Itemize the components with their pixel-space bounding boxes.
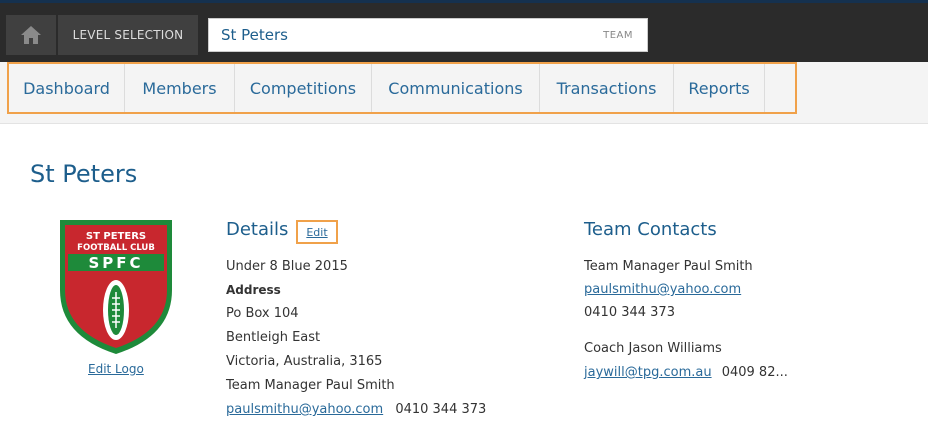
page-title: St Peters — [30, 160, 138, 188]
contact-2-name: Coach Jason Williams — [584, 341, 722, 356]
nav-members[interactable]: Members — [125, 64, 235, 112]
nav-competitions[interactable]: Competitions — [235, 64, 372, 112]
club-logo: ST PETERS FOOTBALL CLUB SPFC — [60, 220, 172, 354]
level-type-tag: TEAM — [603, 30, 633, 41]
contact-1-name: Team Manager Paul Smith — [584, 259, 753, 274]
details-email-link[interactable]: paulsmithu@yahoo.com — [226, 402, 383, 417]
level-selection-label: LEVEL SELECTION — [72, 28, 184, 42]
address-label: Address — [226, 283, 281, 297]
nav-communications[interactable]: Communications — [372, 64, 540, 112]
home-icon — [21, 26, 41, 44]
level-selection-value: St Peters — [221, 26, 289, 44]
address-line3: Victoria, Australia, 3165 — [226, 354, 383, 369]
logo-line1: ST PETERS — [86, 231, 146, 242]
details-phone: 0410 344 373 — [395, 402, 487, 417]
nav-dashboard[interactable]: Dashboard — [9, 64, 125, 112]
main-nav: Dashboard Members Competitions Communica… — [0, 62, 928, 124]
details-manager: Team Manager Paul Smith — [226, 378, 395, 393]
contact-2-phone: 0409 82... — [721, 365, 788, 380]
address-line2: Bentleigh East — [226, 330, 321, 345]
contact-1-email-link[interactable]: paulsmithu@yahoo.com — [584, 282, 741, 297]
contact-2-contact: jaywill@tpg.com.au 0409 82... — [584, 365, 788, 380]
edit-details-link[interactable]: Edit — [306, 226, 327, 239]
logo-abbr: SPFC — [88, 254, 143, 272]
contact-2-email-link[interactable]: jaywill@tpg.com.au — [584, 365, 712, 380]
top-bar: LEVEL SELECTION St Peters TEAM — [0, 0, 928, 62]
team-contacts-title: Team Contacts — [584, 219, 717, 240]
home-button[interactable] — [6, 15, 56, 55]
logo-line2: FOOTBALL CLUB — [77, 243, 155, 253]
edit-details-box: Edit — [296, 220, 338, 244]
nav-reports[interactable]: Reports — [674, 64, 765, 112]
address-line1: Po Box 104 — [226, 306, 299, 321]
level-selection-button[interactable]: LEVEL SELECTION — [58, 15, 198, 55]
level-selection-input[interactable]: St Peters TEAM — [208, 18, 648, 52]
nav-highlight-box: Dashboard Members Competitions Communica… — [7, 62, 797, 114]
team-name: Under 8 Blue 2015 — [226, 259, 348, 274]
details-contact: paulsmithu@yahoo.com 0410 344 373 — [226, 402, 486, 417]
contact-1-phone: 0410 344 373 — [584, 305, 675, 320]
details-title: Details — [226, 219, 289, 240]
nav-transactions[interactable]: Transactions — [540, 64, 674, 112]
edit-logo-link[interactable]: Edit Logo — [88, 362, 144, 376]
